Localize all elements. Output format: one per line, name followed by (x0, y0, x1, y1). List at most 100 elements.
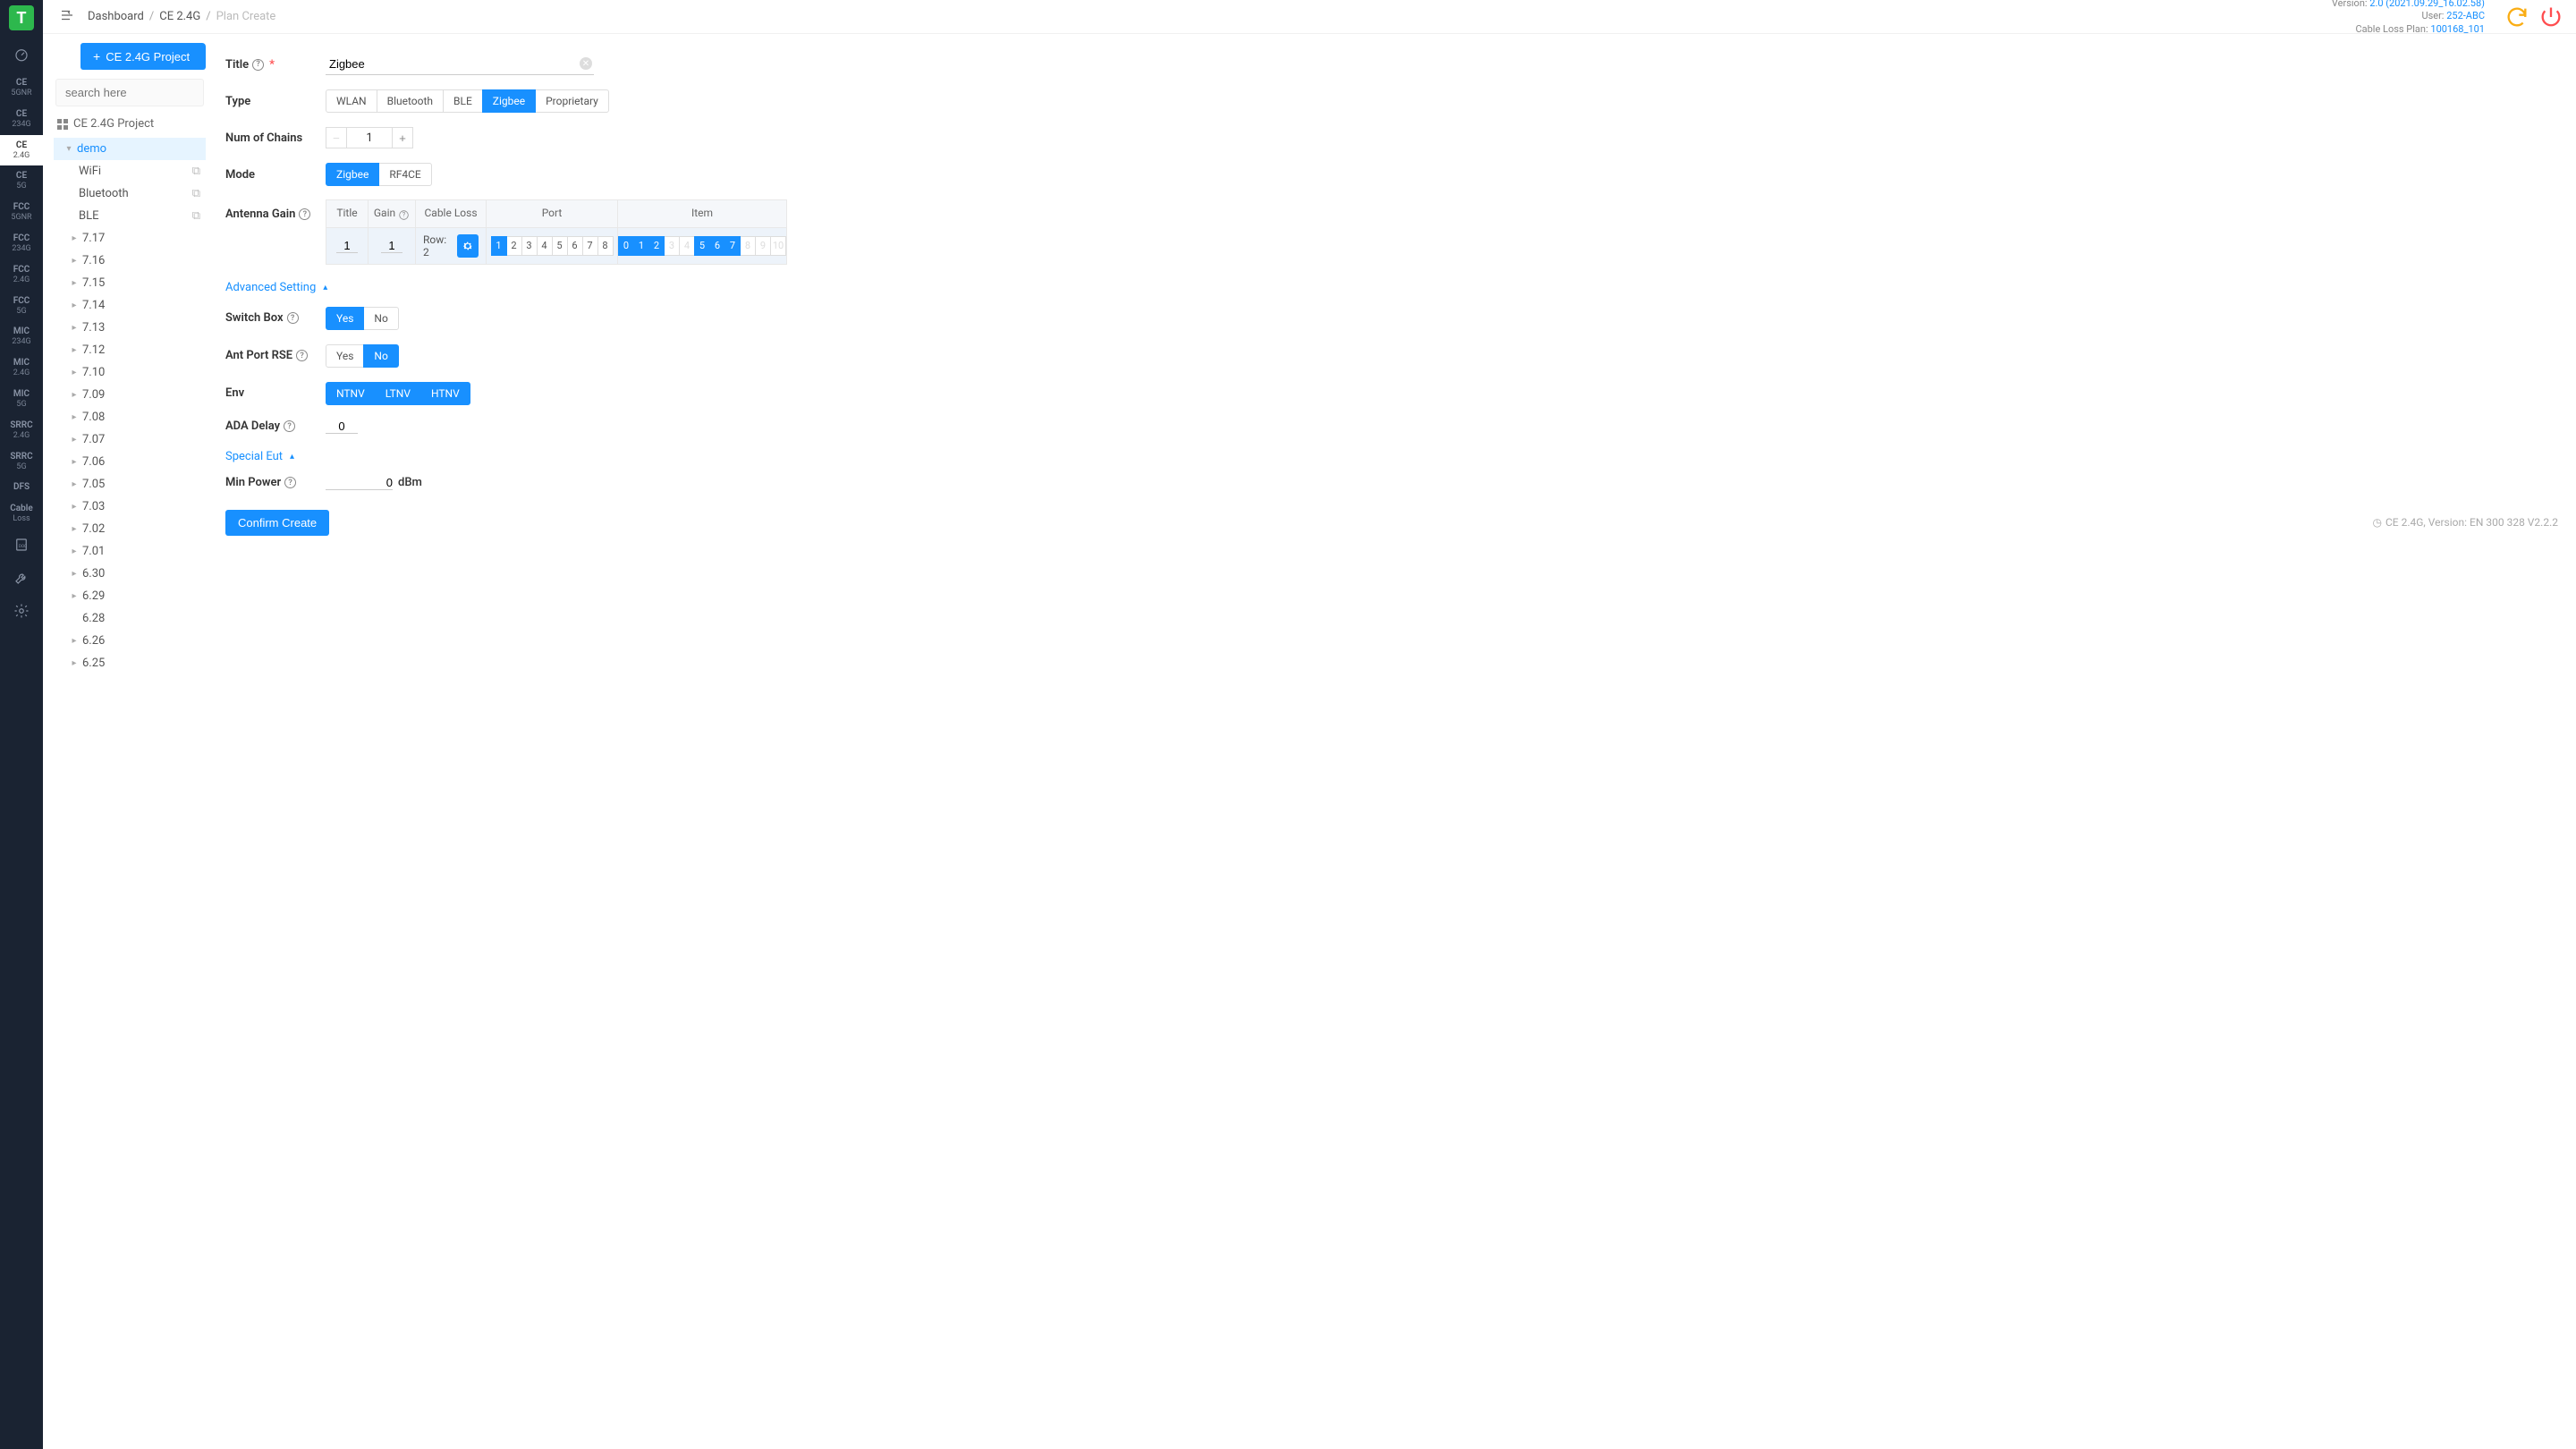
rail-cable-loss[interactable]: CableLoss (0, 498, 43, 530)
seg-option[interactable]: Zigbee (326, 163, 379, 186)
num-option[interactable]: 6 (709, 236, 725, 256)
advanced-toggle[interactable]: Advanced Setting▴ (225, 272, 2558, 300)
version-link[interactable]: 2.0 (2021.09.29_16.02.58) (2369, 0, 2485, 9)
tree-version[interactable]: ▸7.15 (54, 272, 206, 294)
tree-version[interactable]: ▸6.26 (54, 630, 206, 652)
num-option[interactable]: 1 (633, 236, 649, 256)
user-link[interactable]: 252-ABC (2446, 10, 2485, 21)
tree-version[interactable]: ▸7.06 (54, 451, 206, 473)
seg-option[interactable]: WLAN (326, 89, 377, 113)
tree-version[interactable]: ▸7.09 (54, 384, 206, 406)
minpower-input[interactable] (326, 476, 393, 490)
ada-input[interactable] (326, 419, 358, 434)
menu-toggle-icon[interactable] (55, 4, 79, 30)
copy-icon[interactable]: ⧉ (192, 187, 200, 200)
doc-icon[interactable]: DOC (0, 530, 43, 563)
tree-version[interactable]: ▸7.01 (54, 540, 206, 563)
num-option[interactable]: 3 (521, 236, 538, 256)
seg-option[interactable]: RF4CE (378, 163, 431, 186)
num-option[interactable]: 6 (567, 236, 583, 256)
confirm-button[interactable]: Confirm Create (225, 510, 329, 536)
tree-version[interactable]: ▸7.08 (54, 406, 206, 428)
num-option[interactable]: 0 (618, 236, 634, 256)
help-icon[interactable]: ? (296, 350, 308, 361)
stepper-minus[interactable]: − (326, 127, 347, 148)
copy-icon[interactable]: ⧉ (192, 209, 200, 223)
reload-icon[interactable] (2504, 4, 2529, 30)
num-option[interactable]: 8 (597, 236, 614, 256)
rail-ce-5g[interactable]: CE5G (0, 165, 43, 197)
title-input[interactable] (326, 54, 594, 75)
num-option[interactable]: 2 (648, 236, 665, 256)
num-option[interactable]: 5 (694, 236, 710, 256)
power-icon[interactable] (2538, 4, 2563, 30)
settings-icon[interactable] (0, 596, 43, 629)
wrench-icon[interactable] (0, 563, 43, 596)
tree-child[interactable]: WiFi⧉ (54, 160, 206, 182)
num-option[interactable]: 2 (506, 236, 522, 256)
tree-version[interactable]: ▸7.07 (54, 428, 206, 451)
crumb-dashboard[interactable]: Dashboard (88, 10, 144, 23)
dashboard-icon[interactable] (0, 39, 43, 72)
help-icon[interactable]: ? (252, 59, 264, 71)
tree-version[interactable]: ▸7.03 (54, 496, 206, 518)
new-project-button[interactable]: +CE 2.4G Project (80, 43, 206, 70)
seg-option[interactable]: LTNV (375, 382, 421, 405)
tree-child[interactable]: BLE⧉ (54, 205, 206, 227)
seg-option[interactable]: Bluetooth (377, 89, 444, 113)
rail-srrc-24g[interactable]: SRRC2.4G (0, 415, 43, 446)
tree-version[interactable]: ▸7.05 (54, 473, 206, 496)
seg-option[interactable]: Yes (326, 307, 364, 330)
rail-dfs[interactable]: DFS (0, 477, 43, 498)
help-icon[interactable]: ? (284, 477, 296, 488)
num-option[interactable]: 5 (552, 236, 568, 256)
tree-version[interactable]: 6.28 (54, 607, 206, 630)
project-root[interactable]: CE 2.4G Project (54, 114, 206, 138)
tree-version[interactable]: ▸7.02 (54, 518, 206, 540)
rail-srrc-5g[interactable]: SRRC5G (0, 446, 43, 478)
seg-option[interactable]: No (363, 344, 398, 368)
num-option[interactable]: 1 (491, 236, 507, 256)
tree-child[interactable]: Bluetooth⧉ (54, 182, 206, 205)
seg-option[interactable]: Proprietary (535, 89, 609, 113)
rail-mic-234g[interactable]: MIC234G (0, 321, 43, 352)
tree-demo[interactable]: ▾demo (54, 138, 206, 160)
tree-version[interactable]: ▸6.25 (54, 652, 206, 674)
gear-icon[interactable] (457, 234, 479, 258)
tree-version[interactable]: ▸7.17 (54, 227, 206, 250)
tree-version[interactable]: ▸7.14 (54, 294, 206, 317)
search-input[interactable] (55, 79, 204, 106)
help-icon[interactable]: ? (287, 312, 299, 324)
rail-ce-24g[interactable]: CE2.4G (0, 135, 43, 166)
seg-option[interactable]: Yes (326, 344, 364, 368)
stepper-plus[interactable]: + (392, 127, 413, 148)
help-icon[interactable]: ? (299, 208, 310, 220)
tree-version[interactable]: ▸7.13 (54, 317, 206, 339)
help-icon[interactable]: ? (284, 420, 295, 432)
tree-version[interactable]: ▸6.30 (54, 563, 206, 585)
rail-fcc-5gnr[interactable]: FCC5GNR (0, 197, 43, 228)
ant-title-input[interactable] (336, 239, 358, 253)
special-toggle[interactable]: Special Eut▴ (225, 441, 2558, 469)
ant-gain-input[interactable] (381, 239, 402, 253)
seg-option[interactable]: No (363, 307, 398, 330)
tree-version[interactable]: ▸7.12 (54, 339, 206, 361)
help-icon[interactable]: ? (399, 210, 408, 219)
seg-option[interactable]: HTNV (420, 382, 470, 405)
plan-link[interactable]: 100168_101 (2430, 23, 2485, 35)
num-option[interactable]: 7 (724, 236, 741, 256)
crumb-module[interactable]: CE 2.4G (159, 10, 200, 23)
tree-version[interactable]: ▸7.16 (54, 250, 206, 272)
rail-mic-24g[interactable]: MIC2.4G (0, 352, 43, 384)
seg-option[interactable]: NTNV (326, 382, 376, 405)
seg-option[interactable]: Zigbee (482, 89, 536, 113)
rail-ce-234g[interactable]: CE234G (0, 104, 43, 135)
num-option[interactable]: 7 (582, 236, 598, 256)
tree-version[interactable]: ▸6.29 (54, 585, 206, 607)
rail-ce-5gnr[interactable]: CE5GNR (0, 72, 43, 104)
rail-fcc-234g[interactable]: FCC234G (0, 228, 43, 259)
copy-icon[interactable]: ⧉ (192, 165, 200, 178)
seg-option[interactable]: BLE (443, 89, 483, 113)
num-option[interactable]: 4 (537, 236, 553, 256)
clear-icon[interactable]: ✕ (580, 57, 592, 70)
